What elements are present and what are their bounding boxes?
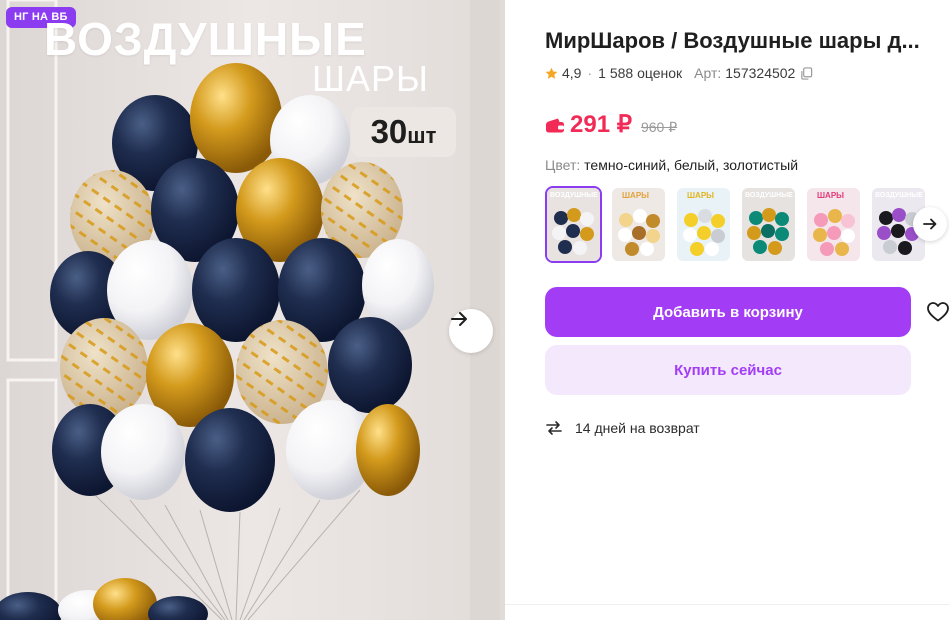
swatch-image: ВОЗДУШНЫЕ: [742, 188, 795, 261]
promo-count-unit: шт: [407, 123, 437, 148]
swatch-text: ВОЗДУШНЫЕ: [550, 192, 598, 199]
price-row: 291 ₽ 960 ₽: [545, 110, 677, 139]
product-gallery[interactable]: НГ НА ВБ ВОЗДУШНЫЕ ШАРЫ 30шт: [0, 0, 505, 620]
reviews-count[interactable]: 1 588 оценок: [598, 65, 682, 81]
swatch-image: ШАРЫ: [677, 188, 730, 261]
product-title[interactable]: МирШаров / Воздушные шары д...: [545, 28, 940, 54]
swatch-text: ШАРЫ: [687, 191, 714, 200]
swatch-emerald-gold[interactable]: ВОЗДУШНЫЕ: [740, 186, 797, 263]
swatch-pink-gold[interactable]: ШАРЫ: [805, 186, 862, 263]
next-arrow-icon: [923, 218, 937, 230]
divider: [505, 604, 950, 605]
buy-now-button[interactable]: Купить сейчас: [545, 345, 911, 395]
product-info: МирШаров / Воздушные шары д... 4,9 · 1 5…: [505, 0, 950, 620]
copy-icon[interactable]: [800, 66, 813, 80]
swatch-text: ШАРЫ: [817, 191, 844, 200]
old-price: 960 ₽: [640, 119, 678, 135]
promo-count-number: 30: [370, 113, 408, 150]
return-info: 14 дней на возврат: [545, 419, 700, 437]
gallery-next-button[interactable]: [449, 309, 493, 353]
add-to-cart-button[interactable]: Добавить в корзину: [545, 287, 911, 337]
swatch-image: ВОЗДУШНЫЕ: [547, 188, 600, 261]
product-photo: [0, 0, 505, 620]
swatch-gold-white[interactable]: ШАРЫ: [610, 186, 667, 263]
heart-icon[interactable]: [926, 300, 950, 324]
swatch-image: ШАРЫ: [612, 188, 665, 261]
promo-count: 30шт: [351, 107, 456, 157]
color-swatches: ВОЗДУШНЫЕ ШАРЫ ШАРЫ ВОЗДУШНЫЕ ШАРЫ ВОЗДУ…: [545, 186, 927, 263]
swatch-text: ВОЗДУШНЫЕ: [875, 192, 923, 199]
return-icon: [546, 421, 562, 435]
star-icon: [545, 67, 558, 79]
swatch-yellow-silver[interactable]: ШАРЫ: [675, 186, 732, 263]
color-value: темно-синий, белый, золотистый: [584, 157, 799, 173]
next-arrow-icon: [451, 312, 467, 326]
article-number: 157324502: [725, 65, 796, 81]
swatch-text: ВОЗДУШНЫЕ: [745, 192, 793, 199]
wallet-icon: [546, 118, 564, 132]
product-page: НГ НА ВБ ВОЗДУШНЫЕ ШАРЫ 30шт МирШаров / …: [0, 0, 950, 620]
swatch-text: ШАРЫ: [622, 191, 649, 200]
swatch-image: ШАРЫ: [807, 188, 860, 261]
color-row: Цвет: темно-синий, белый, золотистый: [545, 157, 798, 173]
rating-value: 4,9: [562, 65, 582, 81]
color-label: Цвет:: [545, 157, 581, 173]
meta-separator: ·: [587, 65, 593, 81]
current-price: 291 ₽: [570, 111, 632, 138]
swatch-navy-gold-white[interactable]: ВОЗДУШНЫЕ: [545, 186, 602, 263]
swatches-next-button[interactable]: [913, 207, 947, 241]
product-meta: 4,9 · 1 588 оценок Арт: 157324502: [545, 65, 813, 81]
return-text: 14 дней на возврат: [575, 420, 700, 436]
article-label: Арт:: [694, 65, 722, 81]
promo-subtitle: ШАРЫ: [312, 58, 429, 99]
